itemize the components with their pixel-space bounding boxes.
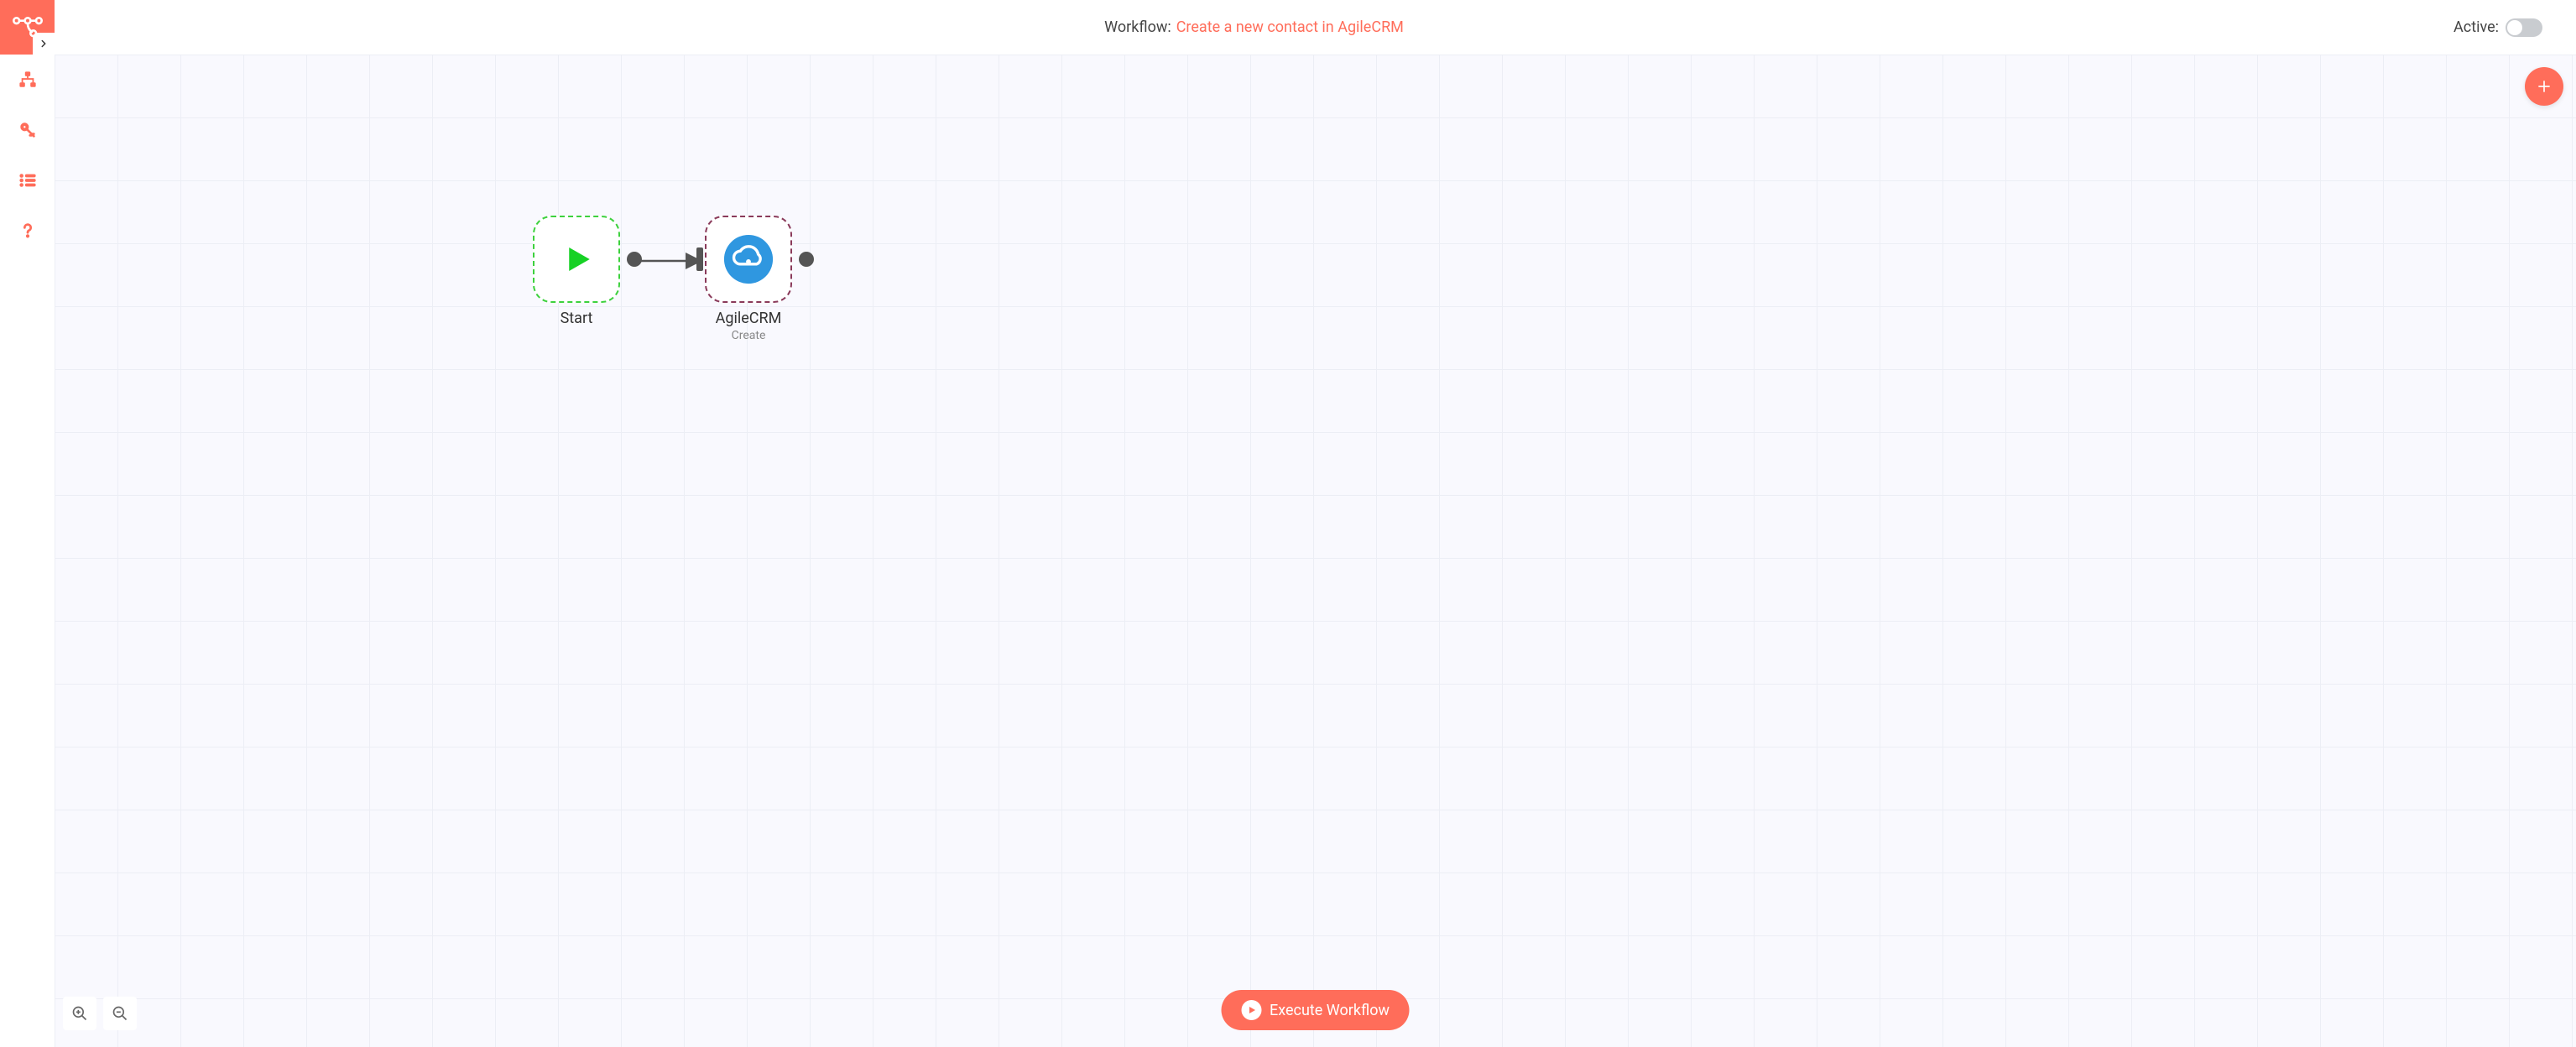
node-agilecrm-input-port[interactable] bbox=[696, 247, 703, 271]
workflow-name[interactable]: Create a new contact in AgileCRM bbox=[1176, 18, 1404, 36]
header: Workflow: Create a new contact in AgileC… bbox=[55, 0, 2576, 55]
zoom-in-button[interactable] bbox=[63, 997, 96, 1030]
add-node-button[interactable] bbox=[2525, 67, 2563, 106]
zoom-out-button[interactable] bbox=[103, 997, 137, 1030]
app-logo bbox=[0, 0, 55, 55]
sidebar-item-credentials[interactable] bbox=[0, 105, 55, 155]
agilecrm-icon bbox=[722, 233, 774, 285]
execute-workflow-button[interactable]: Execute Workflow bbox=[1221, 990, 1410, 1030]
sidebar-item-help[interactable] bbox=[0, 206, 55, 256]
chevron-right-icon bbox=[38, 38, 50, 49]
node-agilecrm[interactable]: AgileCRM Create bbox=[705, 216, 792, 342]
zoom-in-icon bbox=[71, 1005, 88, 1022]
sidebar bbox=[0, 0, 55, 1047]
node-agilecrm-label: AgileCRM bbox=[716, 310, 782, 327]
workflow-prefix: Workflow: bbox=[1104, 18, 1171, 36]
question-icon bbox=[18, 221, 37, 240]
list-icon bbox=[18, 171, 37, 190]
node-start-box bbox=[533, 216, 620, 303]
sidebar-item-workflows[interactable] bbox=[0, 55, 55, 105]
plus-icon bbox=[2536, 78, 2553, 95]
node-start[interactable]: Start bbox=[533, 216, 620, 327]
workflows-icon bbox=[18, 70, 37, 89]
active-label: Active: bbox=[2453, 18, 2499, 36]
node-agilecrm-output-port[interactable] bbox=[799, 252, 814, 267]
header-right: Active: bbox=[2453, 18, 2576, 37]
key-icon bbox=[18, 121, 37, 139]
node-agilecrm-box bbox=[705, 216, 792, 303]
sidebar-expand-button[interactable] bbox=[33, 33, 55, 55]
node-connection bbox=[638, 253, 705, 269]
zoom-out-icon bbox=[112, 1005, 128, 1022]
zoom-controls bbox=[63, 997, 137, 1030]
play-icon bbox=[1246, 1005, 1256, 1015]
play-icon bbox=[559, 242, 594, 277]
play-circle-icon bbox=[1241, 1000, 1261, 1020]
node-start-label: Start bbox=[561, 310, 593, 327]
workflow-canvas[interactable]: Start AgileCRM Create bbox=[55, 55, 2576, 1047]
workflow-title: Workflow: Create a new contact in AgileC… bbox=[55, 18, 2453, 36]
sidebar-item-executions[interactable] bbox=[0, 155, 55, 206]
node-agilecrm-sublabel: Create bbox=[732, 329, 766, 342]
toggle-knob bbox=[2507, 20, 2522, 35]
execute-workflow-label: Execute Workflow bbox=[1270, 1002, 1390, 1019]
node-start-output-port[interactable] bbox=[627, 252, 642, 267]
active-toggle[interactable] bbox=[2506, 18, 2542, 37]
